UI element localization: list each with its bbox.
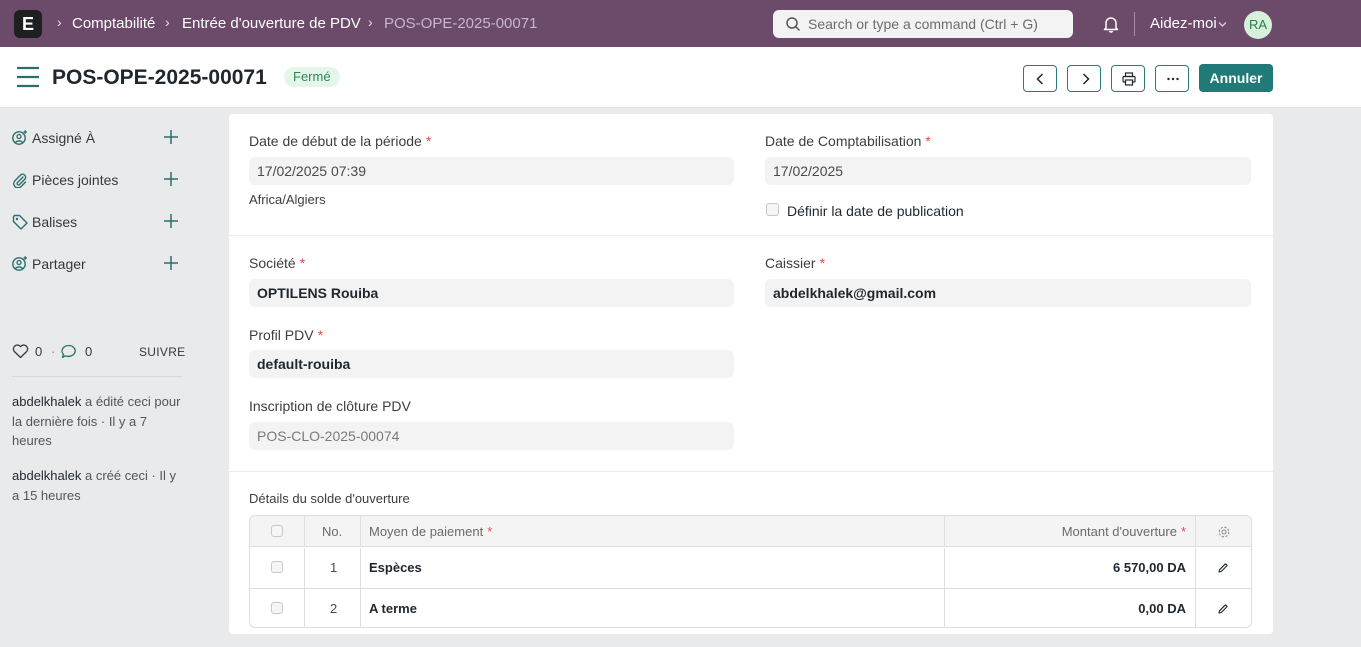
column-header-payment-mode: Moyen de paiement * <box>369 524 493 539</box>
table-header: No. Moyen de paiement * Montant d'ouvertu… <box>250 516 1251 547</box>
tag-icon <box>12 214 28 230</box>
print-button[interactable] <box>1111 65 1145 92</box>
like-count: 0 <box>35 344 43 359</box>
closing-entry-label: Inscription de clôture PDV <box>249 398 411 414</box>
opening-amount-cell[interactable]: 6 570,00 DA <box>1113 560 1186 575</box>
sidebar-item-label: Balises <box>32 214 78 230</box>
page-title: POS-OPE-2025-00071 <box>52 66 267 89</box>
sidebar-item-label: Partager <box>32 256 86 272</box>
column-header-opening-amount: Montant d'ouverture * <box>1061 524 1186 539</box>
company-field[interactable]: OPTILENS Rouiba <box>249 279 734 307</box>
opening-balance-table: No. Moyen de paiement * Montant d'ouvertu… <box>249 515 1252 628</box>
search-bar[interactable] <box>773 10 1073 38</box>
pos-profile-field[interactable]: default-rouiba <box>249 350 734 378</box>
sidebar-item-tags[interactable]: Balises <box>12 212 182 232</box>
chevron-right-icon <box>1082 73 1090 85</box>
app-logo[interactable]: E <box>14 10 42 38</box>
cashier-label: Caissier * <box>765 255 826 271</box>
payment-mode-cell[interactable]: A terme <box>369 601 417 616</box>
next-doc-button[interactable] <box>1067 65 1101 92</box>
column-header-no: No. <box>322 524 343 539</box>
separator-dot: · <box>51 344 56 359</box>
comment-icon[interactable] <box>61 344 78 359</box>
page-header: POS-OPE-2025-00071 Fermé Annuler <box>0 47 1361 108</box>
table-row[interactable]: 2 A terme 0,00 DA <box>250 589 1251 627</box>
table-row[interactable]: 1 Espèces 6 570,00 DA <box>250 548 1251 588</box>
pos-profile-label: Profil PDV * <box>249 327 324 343</box>
company-label: Société * <box>249 255 306 271</box>
set-posting-date-checkbox[interactable] <box>766 203 779 216</box>
activity-user[interactable]: abdelkhalek <box>12 468 81 483</box>
set-posting-date-label: Définir la date de publication <box>787 203 964 219</box>
closing-entry-field[interactable]: POS-CLO-2025-00074 <box>249 422 734 450</box>
select-all-checkbox[interactable] <box>271 525 283 537</box>
notification-bell-icon[interactable] <box>1102 15 1120 33</box>
breadcrumb-current-doc[interactable]: POS-OPE-2025-00071 <box>384 15 537 32</box>
search-input[interactable] <box>808 10 1063 38</box>
share-icon <box>12 256 27 271</box>
activity-item: abdelkhalek a créé ceci · Il y a 15 heur… <box>12 466 184 505</box>
add-icon[interactable] <box>163 213 179 229</box>
posting-date-label: Date de Comptabilisation * <box>765 133 931 149</box>
row-number: 1 <box>330 560 338 575</box>
search-icon <box>786 17 800 31</box>
sidebar-item-label: Assigné À <box>32 130 96 146</box>
row-checkbox[interactable] <box>271 602 283 614</box>
likes-comments-bar: 0 · 0 SUIVRE <box>12 343 185 361</box>
payment-mode-cell[interactable]: Espèces <box>369 560 422 575</box>
add-icon[interactable] <box>163 255 179 271</box>
sidebar-item-share[interactable]: Partager <box>12 254 182 274</box>
sidebar-toggle-icon[interactable] <box>17 64 39 90</box>
chevron-right-icon: › <box>57 14 62 30</box>
gear-icon[interactable] <box>1217 525 1231 539</box>
breadcrumb-accounting[interactable]: Comptabilité <box>72 15 155 32</box>
sidebar-item-attachments[interactable]: Pièces jointes <box>12 170 182 190</box>
more-dots-icon <box>1167 77 1179 81</box>
period-start-label: Date de début de la période * <box>249 133 432 149</box>
sidebar-item-assigned-to[interactable]: Assigné À <box>12 128 182 148</box>
cashier-field[interactable]: abdelkhalek@gmail.com <box>765 279 1251 307</box>
posting-date-field[interactable]: 17/02/2025 <box>765 157 1251 185</box>
row-checkbox[interactable] <box>271 561 283 573</box>
more-actions-button[interactable] <box>1155 65 1189 92</box>
help-menu[interactable]: Aidez-moi <box>1150 15 1217 32</box>
chevron-down-icon[interactable] <box>1218 20 1227 29</box>
timezone-text: Africa/Algiers <box>249 192 326 207</box>
paperclip-icon <box>13 173 27 188</box>
comment-count: 0 <box>85 344 93 359</box>
opening-amount-cell[interactable]: 0,00 DA <box>1138 601 1186 616</box>
previous-doc-button[interactable] <box>1023 65 1057 92</box>
cancel-document-button[interactable]: Annuler <box>1199 64 1273 92</box>
user-avatar[interactable]: RA <box>1244 11 1272 39</box>
breadcrumb-pos-opening-entry[interactable]: Entrée d'ouverture de PDV <box>182 15 361 32</box>
add-icon[interactable] <box>163 129 179 145</box>
sidebar-item-label: Pièces jointes <box>32 172 119 188</box>
edit-pencil-icon[interactable] <box>1217 562 1229 574</box>
top-navbar: E › Comptabilité › Entrée d'ouverture de… <box>0 0 1361 47</box>
edit-pencil-icon[interactable] <box>1217 603 1229 615</box>
section-divider <box>229 235 1273 236</box>
activity-user[interactable]: abdelkhalek <box>12 394 81 409</box>
add-icon[interactable] <box>163 171 179 187</box>
chevron-right-icon: › <box>368 14 373 30</box>
follow-button[interactable]: SUIVRE <box>139 345 185 359</box>
heart-icon[interactable] <box>12 344 29 359</box>
printer-icon <box>1122 72 1136 86</box>
user-assign-icon <box>12 130 27 145</box>
activity-item: abdelkhalek a édité ceci pour la dernièr… <box>12 392 184 451</box>
chevron-right-icon: › <box>165 14 170 30</box>
row-number: 2 <box>330 601 338 616</box>
status-badge: Fermé <box>284 67 340 87</box>
period-start-field[interactable]: 17/02/2025 07:39 <box>249 157 734 185</box>
chevron-left-icon <box>1036 73 1044 85</box>
sidebar-divider <box>12 376 183 377</box>
section-divider <box>229 471 1273 472</box>
table-title: Détails du solde d'ouverture <box>249 491 410 506</box>
navbar-divider <box>1134 12 1135 36</box>
